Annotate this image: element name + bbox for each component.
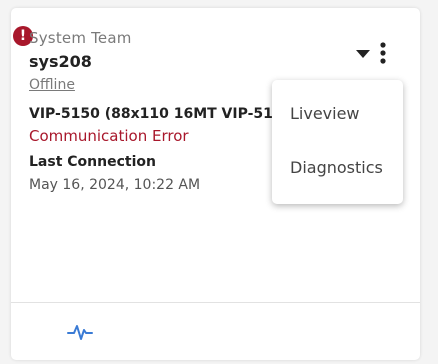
system-name: sys208 (29, 52, 92, 71)
menu-item-diagnostics[interactable]: Diagnostics (290, 158, 383, 177)
last-connection-value: May 16, 2024, 10:22 AM (29, 177, 201, 193)
card-actions (354, 41, 404, 65)
card-divider (11, 302, 420, 303)
activity-pulse-icon[interactable] (67, 321, 93, 343)
kebab-menu-icon[interactable] (376, 41, 390, 65)
status-link[interactable]: Offline (29, 77, 75, 93)
team-name: System Team (29, 29, 132, 47)
error-status: Communication Error (29, 127, 189, 145)
caret-down-icon[interactable] (354, 46, 372, 60)
actions-dropdown-menu: Liveview Diagnostics (272, 80, 403, 204)
last-connection-label: Last Connection (29, 154, 156, 170)
device-model: VIP-5150 (88x110 16MT VIP-5150 (29, 106, 279, 122)
menu-item-liveview[interactable]: Liveview (290, 104, 360, 123)
